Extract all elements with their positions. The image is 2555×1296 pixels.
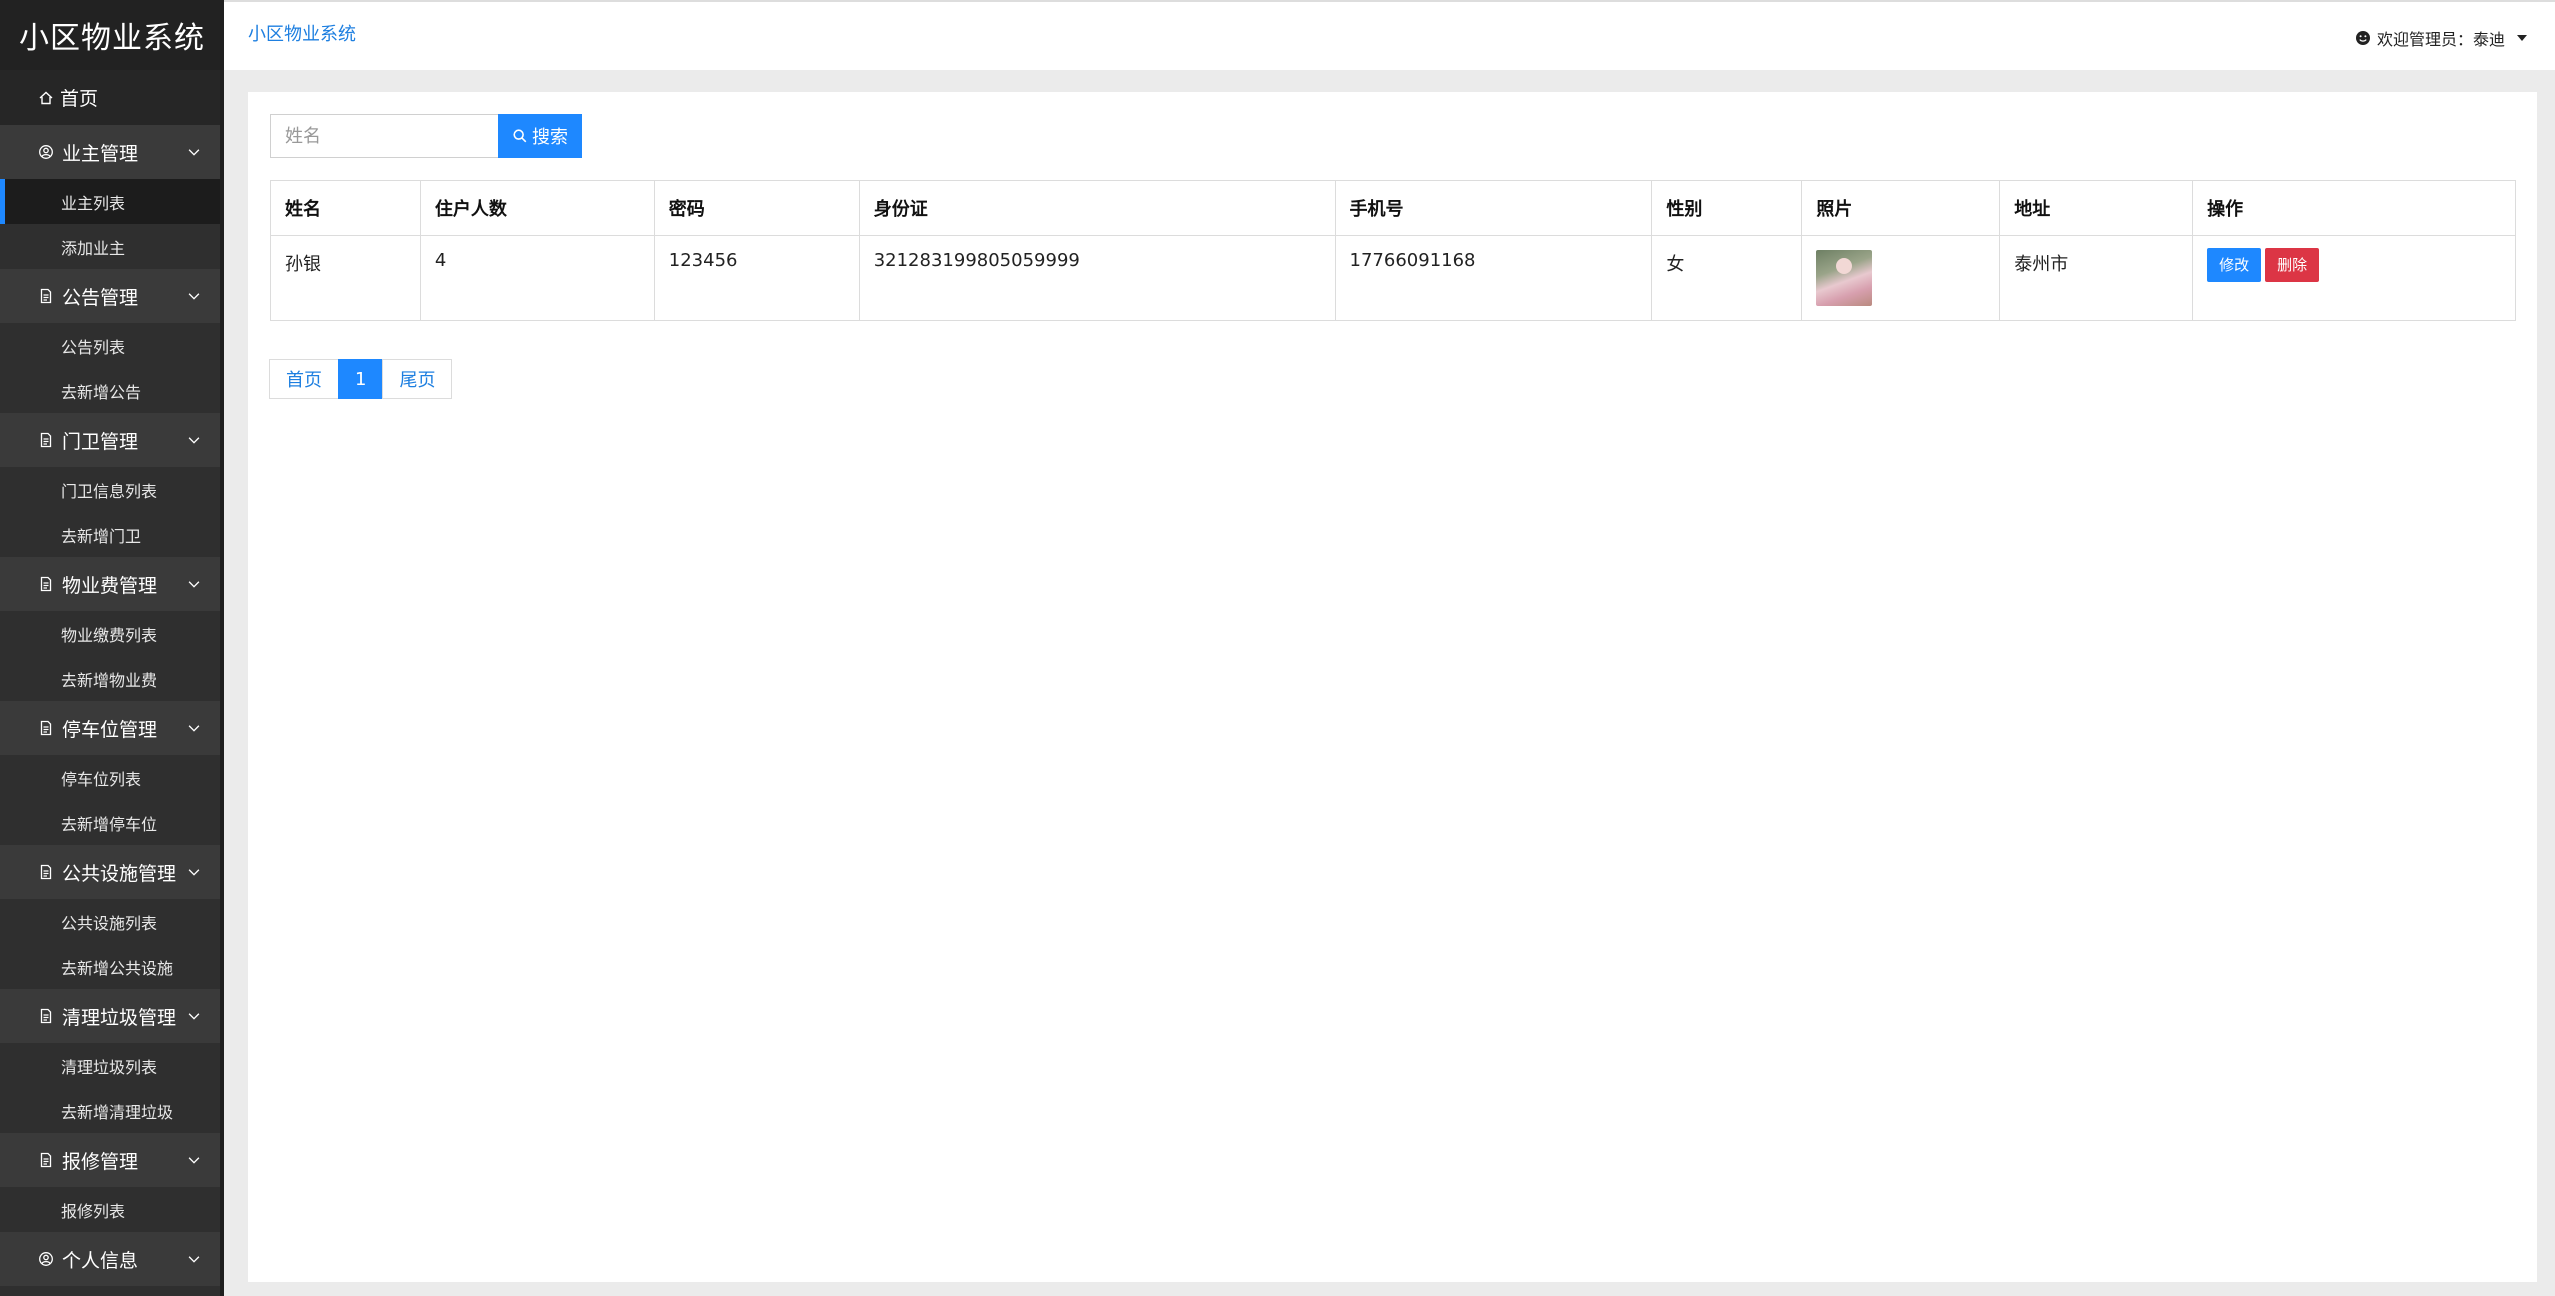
cell-address: 泰州市 <box>1999 235 2194 321</box>
document-icon <box>38 1152 54 1168</box>
document-icon <box>38 576 54 592</box>
document-icon <box>38 864 54 880</box>
sidebar-item-add-guard[interactable]: 去新增门卫 <box>0 512 224 557</box>
delete-button[interactable]: 删除 <box>2265 248 2320 282</box>
sidebar-group-repair[interactable]: 报修管理 <box>0 1133 224 1187</box>
sidebar-item-guard-list[interactable]: 门卫信息列表 <box>0 467 224 512</box>
chevron-down-icon <box>186 1008 202 1024</box>
document-icon <box>38 288 54 304</box>
sidebar-group-garbage[interactable]: 清理垃圾管理 <box>0 989 224 1043</box>
search-input[interactable] <box>270 114 498 158</box>
sidebar-group-fee[interactable]: 物业费管理 <box>0 557 224 611</box>
column-header-id-card: 身份证 <box>858 180 1336 236</box>
table-header-row: 姓名 住户人数 密码 身份证 手机号 性别 照片 地址 操作 <box>270 180 2516 236</box>
column-header-actions: 操作 <box>2192 180 2516 236</box>
sidebar-group-label: 报修管理 <box>62 1150 139 1173</box>
chevron-down-icon <box>186 432 202 448</box>
sidebar-group-profile[interactable]: 个人信息 <box>0 1232 224 1286</box>
sidebar-group-facility[interactable]: 公共设施管理 <box>0 845 224 899</box>
sidebar-item-garbage-list[interactable]: 清理垃圾列表 <box>0 1043 224 1088</box>
cell-phone: 17766091168 <box>1334 235 1653 321</box>
chevron-down-icon <box>186 288 202 304</box>
sidebar-item-owner-list[interactable]: 业主列表 <box>0 179 224 224</box>
sidebar-item-notice-list[interactable]: 公告列表 <box>0 323 224 368</box>
sidebar-group-label: 清理垃圾管理 <box>62 1006 177 1029</box>
sidebar-item-fee-list[interactable]: 物业缴费列表 <box>0 611 224 656</box>
cell-gender: 女 <box>1651 235 1803 321</box>
column-header-password: 密码 <box>653 180 860 236</box>
sidebar-group-guard[interactable]: 门卫管理 <box>0 413 224 467</box>
sidebar-item-facility-list[interactable]: 公共设施列表 <box>0 899 224 944</box>
search-button-label: 搜索 <box>532 127 568 148</box>
user-circle-icon <box>38 144 54 160</box>
home-icon <box>38 90 54 106</box>
sidebar-group-label: 公共设施管理 <box>62 862 177 885</box>
main-panel: 搜索 姓名 住户人数 密码 身份证 手机号 性别 照片 地址 操作 <box>248 92 2537 1282</box>
search-bar: 搜索 <box>270 114 582 158</box>
sidebar-brand: 小区物业系统 <box>0 0 224 70</box>
sidebar-scroll-edge <box>220 0 224 1296</box>
top-bar: 小区物业系统 欢迎管理员：泰迪 <box>224 0 2555 70</box>
pagination: 首页 1 尾页 <box>269 359 453 399</box>
column-header-phone: 手机号 <box>1334 180 1653 236</box>
chevron-down-icon <box>186 1251 202 1267</box>
chevron-down-icon <box>186 1152 202 1168</box>
owner-table: 姓名 住户人数 密码 身份证 手机号 性别 照片 地址 操作 孙银 4 1234… <box>270 180 2516 321</box>
sidebar-group-parking[interactable]: 停车位管理 <box>0 701 224 755</box>
table-row: 孙银 4 123456 321283199805059999 177660911… <box>270 235 2516 321</box>
cell-name: 孙银 <box>270 235 421 321</box>
search-icon <box>512 128 528 144</box>
sidebar-group-owner[interactable]: 业主管理 <box>0 125 224 179</box>
document-icon <box>38 720 54 736</box>
pagination-page-current[interactable]: 1 <box>338 359 384 399</box>
sidebar-item-add-garbage[interactable]: 去新增清理垃圾 <box>0 1088 224 1133</box>
user-circle-icon <box>38 1251 54 1267</box>
cell-actions: 修改 删除 <box>2192 235 2516 321</box>
sidebar-group-label: 业主管理 <box>62 142 139 165</box>
cell-password: 123456 <box>653 235 860 321</box>
sidebar-item-label: 首页 <box>60 88 99 110</box>
chevron-down-icon <box>186 144 202 160</box>
edit-button[interactable]: 修改 <box>2207 248 2262 282</box>
owner-photo-thumbnail <box>1816 250 1873 306</box>
sidebar-item-add-facility[interactable]: 去新增公共设施 <box>0 944 224 989</box>
app-root: 小区物业系统 首页 业主管理 业主列表 添加业主 公告管理 公告列表 去新增公告… <box>0 0 2555 1296</box>
sidebar: 小区物业系统 首页 业主管理 业主列表 添加业主 公告管理 公告列表 去新增公告… <box>0 0 224 1296</box>
sidebar-item-parking-list[interactable]: 停车位列表 <box>0 755 224 800</box>
document-icon <box>38 432 54 448</box>
sidebar-item-home[interactable]: 首页 <box>0 70 224 125</box>
column-header-address: 地址 <box>1999 180 2194 236</box>
sidebar-item-add-fee[interactable]: 去新增物业费 <box>0 656 224 701</box>
cell-id-card: 321283199805059999 <box>858 235 1336 321</box>
sidebar-item-add-parking[interactable]: 去新增停车位 <box>0 800 224 845</box>
column-header-residents: 住户人数 <box>419 180 655 236</box>
chevron-down-icon <box>186 720 202 736</box>
sidebar-group-notice[interactable]: 公告管理 <box>0 269 224 323</box>
sidebar-group-label: 门卫管理 <box>62 430 139 453</box>
user-menu[interactable]: 欢迎管理员：泰迪 <box>2355 26 2527 50</box>
header-title-link[interactable]: 小区物业系统 <box>248 20 356 46</box>
search-button[interactable]: 搜索 <box>498 114 582 158</box>
document-icon <box>38 1008 54 1024</box>
column-header-photo: 照片 <box>1801 180 2001 236</box>
smile-icon <box>2355 30 2371 46</box>
sidebar-item-add-owner[interactable]: 添加业主 <box>0 224 224 269</box>
sidebar-item-repair-list[interactable]: 报修列表 <box>0 1187 224 1232</box>
sidebar-group-label: 个人信息 <box>62 1249 139 1272</box>
cell-photo <box>1801 235 2001 321</box>
sidebar-group-label: 公告管理 <box>62 286 139 309</box>
sidebar-group-label: 物业费管理 <box>62 574 158 597</box>
dropdown-caret-icon <box>2517 35 2527 41</box>
pagination-first[interactable]: 首页 <box>269 359 339 399</box>
column-header-gender: 性别 <box>1651 180 1803 236</box>
sidebar-group-label: 停车位管理 <box>62 718 158 741</box>
cell-residents: 4 <box>419 235 655 321</box>
pagination-last[interactable]: 尾页 <box>382 359 453 399</box>
chevron-down-icon <box>186 576 202 592</box>
welcome-text: 欢迎管理员：泰迪 <box>2376 30 2505 49</box>
sidebar-item-add-notice[interactable]: 去新增公告 <box>0 368 224 413</box>
column-header-name: 姓名 <box>270 180 421 236</box>
chevron-down-icon <box>186 864 202 880</box>
